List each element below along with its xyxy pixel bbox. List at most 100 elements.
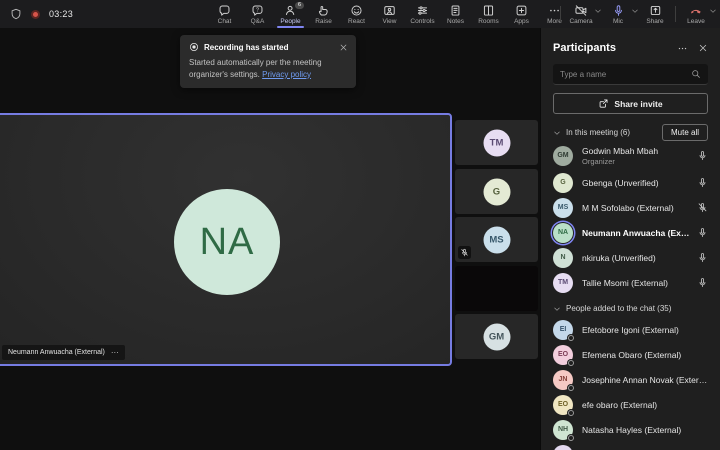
toolbar-label: React bbox=[348, 17, 365, 25]
participant-row[interactable]: EI Efetobore Igoni (External) bbox=[553, 317, 708, 342]
toolbar-label: Rooms bbox=[478, 17, 499, 25]
rooms-icon bbox=[482, 4, 495, 17]
participant-name-block: Godwin Mbah Mbah Organizer bbox=[582, 146, 691, 166]
toolbar-button-view[interactable]: View bbox=[373, 0, 406, 28]
participant-avatar: EI bbox=[553, 319, 575, 342]
toolbar-button-chat[interactable]: Chat bbox=[208, 0, 241, 28]
participant-name: nkiruka (Unverified) bbox=[582, 252, 656, 263]
toolbar-button-qa[interactable]: ? Q&A bbox=[241, 0, 274, 28]
mic-icon[interactable] bbox=[697, 252, 708, 263]
participant-name: Godwin Mbah Mbah bbox=[582, 145, 659, 156]
participant-row[interactable]: TTThe Menopause Table (External) bbox=[553, 442, 708, 450]
participant-name-block: Gbenga (Unverified) bbox=[582, 178, 691, 188]
toolbar-label: Q&A bbox=[250, 17, 265, 25]
banner-close-icon[interactable] bbox=[339, 43, 348, 52]
participant-avatar: GM bbox=[553, 145, 573, 166]
presence-offline-icon bbox=[567, 358, 575, 367]
video-tile-tm[interactable]: TM bbox=[455, 120, 538, 165]
toolbar-button-notes[interactable]: Notes bbox=[439, 0, 472, 28]
participant-row[interactable]: JN Josephine Annan Novak (External) bbox=[553, 367, 708, 392]
toolbar-button-people[interactable]: People 6 bbox=[274, 0, 307, 28]
participant-name-label: Neumann Anwuacha (External) bbox=[8, 349, 105, 356]
mic-icon[interactable] bbox=[697, 177, 708, 188]
participant-name-block: Efetobore Igoni (External) bbox=[582, 325, 708, 335]
participant-name: M M Sofolabo (External) bbox=[582, 202, 674, 213]
participant-name: efe obaro (External) bbox=[582, 399, 658, 410]
toolbar-button-share[interactable]: Share bbox=[640, 0, 670, 28]
main-video-tile[interactable]: NA Neumann Anwuacha (External) ··· bbox=[0, 113, 452, 366]
banner-title: Recording has started bbox=[204, 42, 289, 52]
toolbar-button-apps[interactable]: Apps bbox=[505, 0, 538, 28]
mic-icon[interactable] bbox=[697, 227, 708, 238]
toolbar-divider bbox=[675, 6, 676, 22]
panel-more-icon[interactable] bbox=[677, 43, 688, 54]
leave-chevron-down-icon[interactable] bbox=[709, 7, 717, 15]
toolbar-av-controls: Camera Mic Share Leave bbox=[555, 0, 718, 28]
participant-row[interactable]: G Gbenga (Unverified) bbox=[553, 170, 708, 195]
toolbar-button-controls[interactable]: Controls bbox=[406, 0, 439, 28]
participant-row[interactable]: NH Natasha Hayles (External) bbox=[553, 417, 708, 442]
presence-offline-icon bbox=[567, 333, 575, 342]
chevron-down-icon[interactable] bbox=[553, 129, 561, 137]
mic-chevron-down-icon[interactable] bbox=[631, 7, 639, 15]
video-tile-gm[interactable]: GM bbox=[455, 314, 538, 359]
tile-more-icon[interactable]: ··· bbox=[111, 348, 119, 356]
meeting-toolbar: 03:23 Chat? Q&A People 6 Raise React View… bbox=[0, 0, 720, 28]
participant-row[interactable]: TM Tallie Msomi (External) bbox=[553, 270, 708, 295]
leave-icon bbox=[689, 4, 703, 17]
panel-close-icon[interactable] bbox=[698, 43, 708, 53]
toolbar-divider bbox=[560, 6, 561, 22]
shield-icon bbox=[10, 8, 22, 20]
view-icon bbox=[383, 4, 396, 17]
participant-avatar: NA bbox=[553, 222, 573, 243]
toolbar-button-leave[interactable]: Leave bbox=[681, 0, 711, 28]
mic-off-icon bbox=[458, 246, 471, 259]
camera-off-icon bbox=[574, 4, 588, 17]
tile-avatar: MS bbox=[483, 226, 510, 253]
toolbar-button-react[interactable]: React bbox=[340, 0, 373, 28]
chevron-down-icon[interactable] bbox=[553, 305, 561, 313]
toolbar-label: Notes bbox=[447, 17, 464, 25]
toolbar-status-area: 03:23 bbox=[10, 0, 73, 28]
video-tile-g[interactable]: G bbox=[455, 169, 538, 214]
camera-chevron-down-icon[interactable] bbox=[594, 7, 602, 15]
tile-avatar: GM bbox=[483, 323, 510, 350]
mic-icon[interactable] bbox=[697, 150, 708, 161]
qa-icon: ? bbox=[251, 4, 264, 17]
toolbar-button-rooms[interactable]: Rooms bbox=[472, 0, 505, 28]
participant-row[interactable]: Nnkiruka (Unverified) bbox=[553, 245, 708, 270]
participant-name-pill: Neumann Anwuacha (External) ··· bbox=[2, 345, 125, 360]
participant-row[interactable]: GM Godwin Mbah Mbah Organizer bbox=[553, 141, 708, 170]
participant-avatar: EO bbox=[553, 344, 575, 367]
panel-title: Participants bbox=[553, 42, 616, 54]
participant-name: Tallie Msomi (External) bbox=[582, 277, 668, 288]
search-input[interactable] bbox=[560, 69, 691, 79]
participant-name-block: efe obaro (External) bbox=[582, 400, 708, 410]
tile-avatar: TM bbox=[483, 129, 510, 156]
participant-search[interactable] bbox=[553, 64, 708, 85]
participant-avatar: MS bbox=[553, 197, 573, 218]
video-tile-camera-on[interactable] bbox=[455, 266, 538, 311]
participant-avatar: TT bbox=[553, 444, 573, 450]
participant-name: Neumann Anwuacha (External) bbox=[582, 227, 691, 238]
mic-icon[interactable] bbox=[697, 277, 708, 288]
privacy-policy-link[interactable]: Privacy policy bbox=[262, 70, 311, 79]
meeting-section-header: In this meeting (6) Mute all bbox=[553, 124, 708, 141]
mic-off-icon[interactable] bbox=[697, 202, 708, 213]
panel-header: Participants bbox=[553, 36, 708, 60]
toolbar-button-mic[interactable]: Mic bbox=[603, 0, 633, 28]
share-invite-button[interactable]: Share invite bbox=[553, 93, 708, 114]
mute-all-button[interactable]: Mute all bbox=[661, 124, 708, 141]
chat-people-list: EI Efetobore Igoni (External) EO Efemena Ob… bbox=[553, 317, 708, 450]
toolbar-tools: Chat? Q&A People 6 Raise React View Contr… bbox=[208, 0, 571, 28]
participant-row[interactable]: NA Neumann Anwuacha (External) bbox=[553, 220, 708, 245]
participant-row[interactable]: EO efe obaro (External) bbox=[553, 392, 708, 417]
toolbar-button-raise[interactable]: Raise bbox=[307, 0, 340, 28]
participant-row[interactable]: EO Efemena Obaro (External) bbox=[553, 342, 708, 367]
apps-icon bbox=[515, 4, 528, 17]
video-tile-ms[interactable]: MS bbox=[455, 217, 538, 262]
participant-name: Josephine Annan Novak (External) bbox=[582, 374, 708, 385]
participant-row[interactable]: MS M M Sofolabo (External) bbox=[553, 195, 708, 220]
presence-offline-icon bbox=[567, 408, 575, 417]
toolbar-button-camera[interactable]: Camera bbox=[566, 0, 596, 28]
